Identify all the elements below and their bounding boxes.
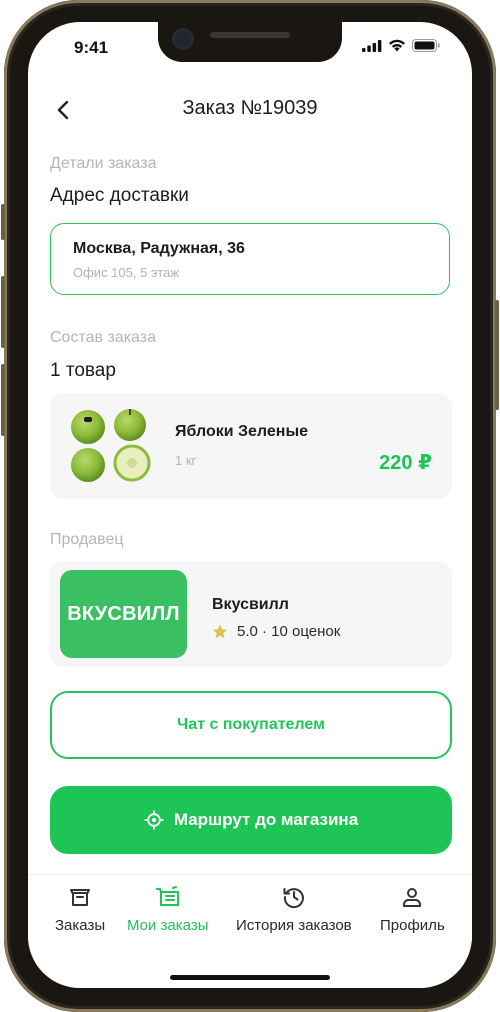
volume-up-button bbox=[1, 276, 5, 348]
section-label-composition: Состав заказа bbox=[50, 329, 156, 346]
section-label-details: Детали заказа bbox=[50, 155, 157, 172]
address-heading: Адрес доставки bbox=[50, 185, 189, 206]
address-sub: Офис 105, 5 этаж bbox=[73, 265, 180, 280]
item-count: 1 товар bbox=[50, 360, 116, 381]
seller-name: Вкусвилл bbox=[212, 596, 289, 613]
tab-orders-label: Заказы bbox=[55, 917, 106, 934]
tab-profile[interactable]: Профиль bbox=[380, 885, 445, 934]
address-card[interactable]: Москва, Радужная, 36 Офис 105, 5 этаж bbox=[50, 223, 450, 295]
cart-list-icon bbox=[155, 886, 179, 906]
volume-down-button bbox=[1, 364, 5, 436]
product-price: 220 ₽ bbox=[379, 452, 432, 474]
seller-rating-row: 5.0 · 10 оценок bbox=[212, 623, 340, 640]
camera bbox=[172, 28, 194, 50]
box-icon bbox=[70, 889, 91, 906]
speaker bbox=[210, 32, 290, 38]
product-weight: 1 кг bbox=[175, 453, 197, 468]
tab-profile-label: Профиль bbox=[380, 917, 445, 934]
target-icon bbox=[144, 810, 164, 830]
tab-history[interactable]: История заказов bbox=[236, 885, 352, 934]
tab-bar: Заказы Мои заказы История заказов Профил… bbox=[28, 874, 472, 988]
seller-logo-text: ВКУСВИЛЛ bbox=[67, 602, 180, 625]
status-icons bbox=[362, 39, 440, 52]
tab-my-orders-label: Мои заказы bbox=[127, 917, 209, 934]
signal-icon bbox=[362, 39, 382, 52]
seller-card[interactable]: ВКУСВИЛЛ Вкусвилл 5.0 · 10 оценок bbox=[50, 561, 452, 667]
person-icon bbox=[403, 888, 422, 907]
seller-logo: ВКУСВИЛЛ bbox=[60, 570, 187, 658]
power-button bbox=[495, 300, 499, 410]
mute-switch bbox=[1, 204, 5, 240]
app-screen: 9:41 Заказ №19039 Детали заказа Адрес до… bbox=[28, 22, 472, 988]
seller-rating: 5.0 · 10 оценок bbox=[237, 623, 341, 640]
chat-button[interactable]: Чат с покупателем bbox=[50, 691, 452, 759]
route-button[interactable]: Маршрут до магазина bbox=[50, 786, 452, 854]
route-button-label: Маршрут до магазина bbox=[173, 810, 359, 829]
page-title: Заказ №19039 bbox=[182, 97, 318, 119]
chat-button-label: Чат с покупателем bbox=[177, 716, 325, 733]
tab-history-label: История заказов bbox=[236, 917, 352, 934]
star-icon bbox=[212, 624, 228, 639]
product-card[interactable]: Яблоки Зеленые 1 кг 220 ₽ bbox=[50, 393, 452, 499]
product-name: Яблоки Зеленые bbox=[175, 423, 308, 440]
status-time: 9:41 bbox=[74, 38, 109, 57]
address-main: Москва, Радужная, 36 bbox=[73, 240, 245, 257]
section-label-seller: Продавец bbox=[50, 531, 124, 548]
history-icon bbox=[283, 888, 304, 909]
wifi-icon bbox=[389, 39, 405, 52]
green-apples-image bbox=[71, 409, 151, 482]
battery-icon bbox=[412, 39, 440, 52]
home-indicator bbox=[170, 975, 330, 980]
tab-my-orders[interactable]: Мои заказы bbox=[127, 885, 209, 934]
tab-orders[interactable]: Заказы bbox=[55, 885, 105, 934]
